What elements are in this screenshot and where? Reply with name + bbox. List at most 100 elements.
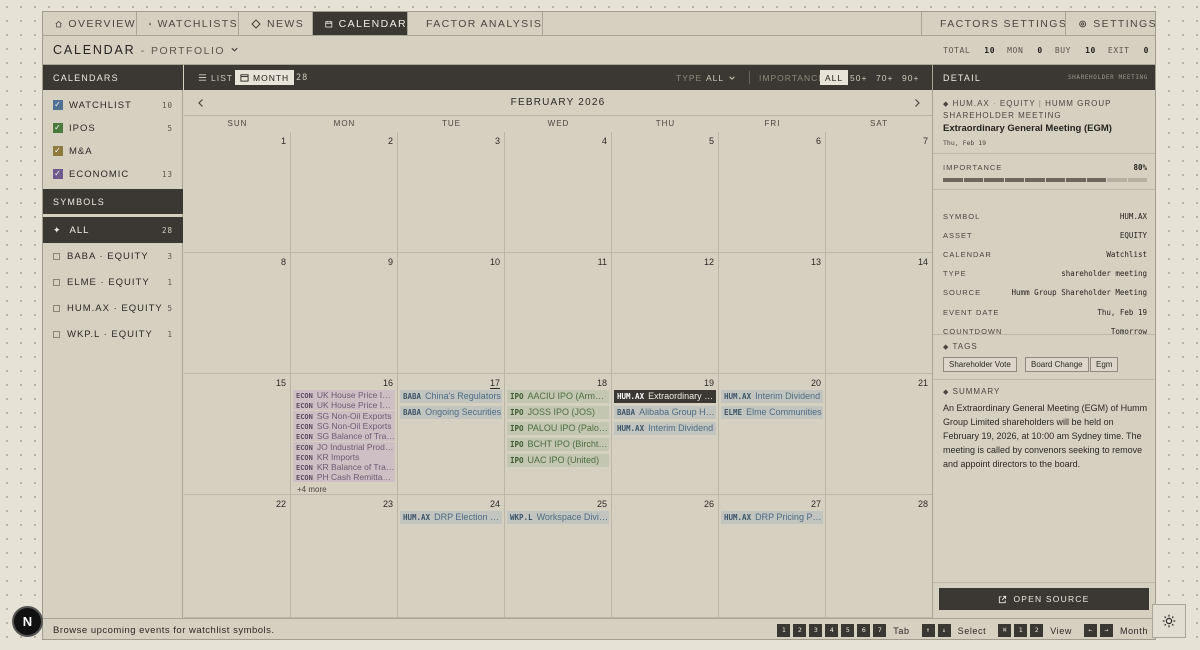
day-cell[interactable]: 5 (612, 132, 719, 253)
symbol-filter-label: BABA · EQUITY (67, 250, 149, 262)
day-cell[interactable]: 17 BABA China's Regulators BABA Ongoing Secu… (398, 374, 505, 495)
day-cell[interactable]: 14 (826, 253, 932, 374)
checkbox[interactable]: ✓ (53, 100, 63, 110)
day-cell[interactable]: 11 (505, 253, 612, 374)
calendar-event[interactable]: HUM.AX Interim Dividend (614, 422, 716, 435)
checkbox[interactable] (53, 252, 60, 260)
type-filter-select[interactable]: ALL (706, 70, 736, 85)
day-cell[interactable]: 27 HUM.AXDRP Pricing Period (719, 495, 826, 618)
importance-70-button[interactable]: 70+ (876, 70, 893, 85)
day-cell[interactable]: 21 (826, 374, 932, 495)
calendar-event[interactable]: ECON UK House Price Index (293, 390, 395, 400)
day-cell[interactable]: 2 (291, 132, 398, 253)
shortcut-key: 7 (873, 624, 887, 637)
tab-watchlists[interactable]: WATCHLISTS (137, 12, 239, 35)
symbol-filter-wkp-l[interactable]: WKP.L · EQUITY 1 (43, 321, 183, 347)
tag-chip[interactable]: Board Change (1025, 357, 1089, 372)
day-cell[interactable]: 9 (291, 253, 398, 374)
calendar-event[interactable]: HUM.AXDRP Pricing Period (721, 511, 823, 524)
calendar-filter-watchlist[interactable]: ✓ WATCHLIST 10 (53, 98, 173, 112)
tab-factor-analysis[interactable]: FACTOR ANALYSIS (408, 12, 543, 35)
day-cell[interactable]: 6 (719, 132, 826, 253)
divider (933, 379, 1155, 380)
tab-settings[interactable]: SETTINGS (1065, 12, 1155, 35)
importance-all-button[interactable]: ALL (820, 70, 849, 85)
calendar-event[interactable]: HUM.AXExtraordinary General Meeting (614, 390, 716, 403)
checkbox[interactable] (53, 330, 60, 338)
symbol-filter-hum-ax[interactable]: HUM.AX · EQUITY 5 (43, 295, 183, 321)
calendar-event[interactable]: HUM.AX DRP Election Date (400, 511, 502, 524)
tab-factors-settings[interactable]: FACTORS SETTINGS (921, 12, 1066, 35)
app-logo[interactable]: N (12, 606, 43, 637)
checkbox[interactable] (53, 278, 60, 286)
importance-90-button[interactable]: 90+ (902, 70, 919, 85)
day-cell[interactable]: 23 (291, 495, 398, 618)
day-cell[interactable]: 12 (612, 253, 719, 374)
day-cell[interactable]: 1 (184, 132, 291, 253)
calendar-event[interactable]: WKP.LWorkspace Dividend (507, 511, 609, 524)
view-list-button[interactable]: LIST (198, 70, 233, 85)
day-cell[interactable]: 16 ECON UK House Price Index ECON UK House P… (291, 374, 398, 495)
calendar-event[interactable]: IPO UAC IPO (United) (507, 454, 609, 467)
tab-overview[interactable]: OVERVIEW (43, 12, 137, 35)
calendar-event[interactable]: ECON PH Cash Remittances (293, 472, 395, 483)
shortcut-label: Tab (893, 625, 910, 636)
month-title: FEBRUARY 2026 (510, 97, 606, 108)
calendar-event[interactable]: ECONJO Industrial Production (293, 441, 395, 452)
day-cell[interactable]: 10 (398, 253, 505, 374)
calendar-event[interactable]: IPO AACIU IPO (Armada) (507, 390, 609, 403)
calendar-filter-economic[interactable]: ✓ ECONOMIC 13 (53, 167, 173, 181)
event-title: Interim Dividend (648, 423, 714, 433)
symbol-filter-baba[interactable]: BABA · EQUITY 3 (43, 243, 183, 269)
calendar-event[interactable]: ECON KR Balance of Trade (293, 462, 395, 473)
day-cell[interactable]: 3 (398, 132, 505, 253)
calendar-event[interactable]: IPO PALOU IPO (Paloma) (507, 422, 609, 435)
day-cell[interactable]: 25 WKP.LWorkspace Dividend (505, 495, 612, 618)
day-cell[interactable]: 15 (184, 374, 291, 495)
day-cell[interactable]: 13 (719, 253, 826, 374)
crumb-symbol[interactable]: HUM.AX (953, 99, 990, 108)
chevron-down-icon[interactable] (230, 45, 239, 54)
day-cell[interactable]: 4 (505, 132, 612, 253)
calendar-filter-ipos[interactable]: ✓ IPOS 5 (53, 121, 173, 135)
theme-toggle-button[interactable] (1152, 604, 1186, 638)
tab-news[interactable]: NEWS (239, 12, 313, 35)
more-events-link[interactable]: +4 more (297, 485, 327, 494)
view-month-button[interactable]: MONTH (235, 70, 295, 85)
symbol-filter-elme[interactable]: ELME · EQUITY 1 (43, 269, 183, 295)
day-cell[interactable]: 20 HUM.AX Interim Dividend ELME Elme Communi… (719, 374, 826, 495)
tag-chip[interactable]: Shareholder Vote (943, 357, 1017, 372)
calendar-event[interactable]: ECON KR Imports (293, 451, 395, 462)
day-cell[interactable]: 26 (612, 495, 719, 618)
calendar-event[interactable]: ELME Elme Communities (721, 406, 823, 419)
day-cell[interactable]: 22 (184, 495, 291, 618)
calendar-event[interactable]: ECON SG Balance of Trade (293, 431, 395, 442)
calendar-event[interactable]: ECON SG Non-Oil Exports (293, 420, 395, 431)
checkbox[interactable]: ✓ (53, 123, 63, 133)
day-cell[interactable]: 28 (826, 495, 932, 618)
open-source-button[interactable]: OPEN SOURCE (939, 588, 1149, 610)
next-month-icon[interactable] (912, 98, 922, 108)
checkbox[interactable]: ✓ (53, 169, 63, 179)
calendar-event[interactable]: HUM.AX Interim Dividend (721, 390, 823, 403)
calendar-event[interactable]: BABA China's Regulators (400, 390, 502, 403)
day-cell[interactable]: 24 HUM.AX DRP Election Date (398, 495, 505, 618)
tag-chip[interactable]: Egm (1090, 357, 1119, 372)
symbol-filter-all[interactable]: ✦ ALL 28 (43, 217, 183, 243)
checkbox[interactable]: ✓ (53, 146, 63, 156)
calendar-filter-m-a[interactable]: ✓ M&A (53, 144, 173, 158)
tab-calendar[interactable]: CALENDAR (313, 12, 408, 35)
checkbox[interactable] (53, 304, 60, 312)
day-cell[interactable]: 18 IPO AACIU IPO (Armada) IPO JOSS IPO (JOS)… (505, 374, 612, 495)
day-cell[interactable]: 8 (184, 253, 291, 374)
calendar-event[interactable]: ECON SG Non-Oil Exports (293, 410, 395, 421)
calendar-event[interactable]: ECON UK House Price Index (293, 400, 395, 411)
importance-50-button[interactable]: 50+ (850, 70, 867, 85)
calendar-event[interactable]: IPO BCHT IPO (Birchtech) (507, 438, 609, 451)
calendar-event[interactable]: BABAAlibaba Group Holding (614, 406, 716, 419)
portfolio-selector[interactable]: PORTFOLIO (151, 45, 225, 57)
day-cell[interactable]: 7 (826, 132, 932, 253)
day-cell[interactable]: 19HUM.AXExtraordinary General MeetingBAB… (612, 374, 719, 495)
calendar-event[interactable]: IPO JOSS IPO (JOS) (507, 406, 609, 419)
calendar-event[interactable]: BABA Ongoing Securities (400, 406, 502, 419)
